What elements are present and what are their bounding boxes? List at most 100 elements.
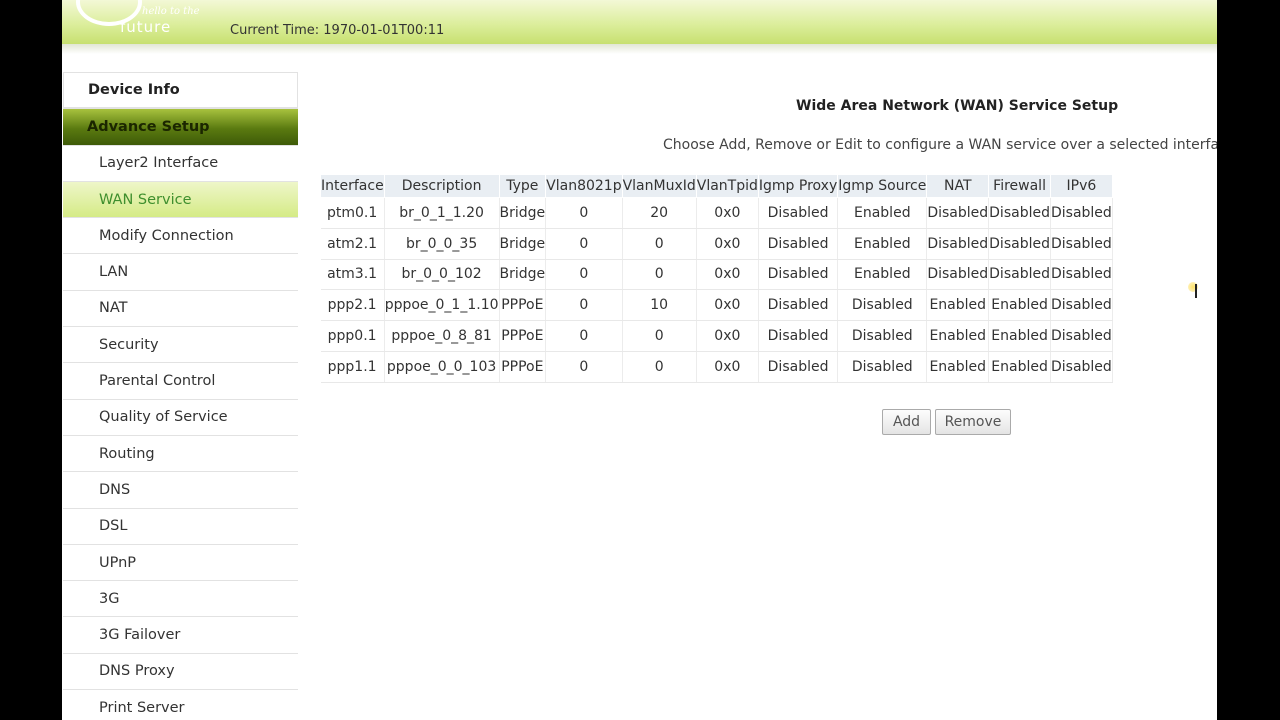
logo-word: future — [120, 18, 172, 36]
sidebar-item-3g-failover[interactable]: 3G Failover — [63, 616, 298, 653]
table-row: ptm0.1 br_0_1_1.20 Bridge 0 20 0x0 Disabled Ena… — [320, 197, 1113, 229]
sidebar-item-label: Parental Control — [99, 373, 216, 390]
table-cell: pppoe_0_8_81 — [384, 320, 500, 352]
table-cell: br_0_0_35 — [384, 228, 500, 260]
table-cell: 0 — [622, 228, 697, 260]
table-cell: Disabled — [758, 320, 839, 352]
table-cell: Enabled — [988, 351, 1051, 383]
table-cell: Disabled — [837, 289, 928, 322]
table-cell: Disabled — [1050, 351, 1113, 383]
page-description: Choose Add, Remove or Edit to configure … — [663, 137, 1217, 153]
sidebar-item-advance-setup[interactable]: Advance Setup — [63, 108, 298, 145]
table-cell: Bridge — [499, 197, 547, 229]
header-banner: hello to the future Current Time: 1970-0… — [62, 0, 1217, 44]
table-row: atm2.1 br_0_0_35 Bridge 0 0 0x0 Disabled Enable… — [320, 228, 1113, 260]
sidebar-item-lan[interactable]: LAN — [63, 253, 298, 290]
column-header: IPv6 — [1049, 174, 1113, 198]
table-row: ppp1.1 pppoe_0_0_103 PPPoE 0 0 0x0 Disabled Dis… — [320, 351, 1113, 383]
wan-service-table: Interface Description Type Vlan8021p VlanMux… — [320, 174, 1113, 383]
table-cell: 0x0 — [696, 320, 759, 352]
table-cell: 0x0 — [696, 289, 759, 322]
text-cursor-icon — [1195, 284, 1197, 298]
sidebar-item-label: LAN — [99, 264, 129, 281]
logo-tagline: hello to the — [142, 6, 200, 17]
table-cell: Disabled — [1050, 320, 1113, 352]
router-admin-page: hello to the future Current Time: 1970-0… — [62, 0, 1217, 720]
column-header: VlanTpid — [695, 174, 759, 198]
table-cell: Disabled — [926, 228, 990, 260]
sidebar-item-dns[interactable]: DNS — [63, 471, 298, 508]
table-cell: Disabled — [758, 197, 839, 229]
sidebar-item-upnp[interactable]: UPnP — [63, 543, 298, 581]
table-actions: Add Remove — [882, 409, 1011, 435]
table-cell: 0 — [622, 320, 697, 352]
sidebar-item-layer2-interface[interactable]: Layer2 Interface — [63, 144, 298, 181]
table-cell: 0 — [545, 289, 623, 322]
remove-button[interactable]: Remove — [935, 409, 1011, 435]
table-cell: Disabled — [926, 197, 990, 229]
table-cell: 0 — [545, 259, 623, 291]
column-header: VlanMuxId — [621, 174, 697, 198]
sidebar-item-parental-control[interactable]: Parental Control — [63, 362, 298, 399]
table-cell: 0x0 — [696, 197, 759, 229]
column-header: Vlan8021p — [545, 174, 623, 198]
sidebar-item-label: 3G — [99, 590, 120, 607]
table-cell: Enabled — [926, 320, 990, 352]
table-cell: Enabled — [837, 259, 928, 291]
sidebar-item-3g[interactable]: 3G — [63, 580, 298, 617]
sidebar-item-dns-proxy[interactable]: DNS Proxy — [63, 652, 298, 690]
sidebar-item-quality-of-service[interactable]: Quality of Service — [63, 398, 298, 435]
table-cell: pppoe_0_0_103 — [384, 351, 500, 383]
table-cell: Disabled — [988, 228, 1051, 260]
table-cell: ppp1.1 — [320, 351, 385, 383]
table-cell: Disabled — [758, 228, 839, 260]
sidebar-item-label: Security — [99, 336, 159, 353]
column-header: Interface — [320, 174, 385, 198]
sidebar-item-security[interactable]: Security — [63, 326, 298, 363]
sidebar-item-dsl[interactable]: DSL — [63, 507, 298, 544]
table-cell: 0x0 — [696, 228, 759, 260]
table-cell: PPPoE — [499, 351, 547, 383]
sidebar-item-label: Quality of Service — [99, 409, 228, 426]
table-cell: ppp0.1 — [320, 320, 385, 352]
table-cell: Disabled — [1050, 289, 1113, 322]
table-row: ppp2.1 pppoe_0_1_1.10 PPPoE 0 10 0x0 Disabled D… — [320, 289, 1113, 322]
table-cell: PPPoE — [499, 320, 547, 352]
table-cell: Enabled — [926, 289, 990, 322]
table-cell: atm2.1 — [320, 228, 385, 260]
column-header: NAT — [926, 174, 990, 198]
table-cell: 0 — [622, 259, 697, 291]
column-header: Firewall — [988, 174, 1051, 198]
table-cell: 20 — [622, 197, 697, 229]
sidebar-item-wan-service[interactable]: WAN Service — [63, 180, 298, 218]
sidebar-item-device-info[interactable]: Device Info — [63, 72, 298, 109]
table-cell: Bridge — [499, 228, 547, 260]
sidebar-item-label: Layer2 Interface — [99, 155, 219, 172]
sidebar-item-label: Print Server — [99, 699, 185, 716]
table-cell: pppoe_0_1_1.10 — [384, 289, 500, 322]
sidebar-item-print-server[interactable]: Print Server — [63, 689, 298, 720]
sidebar-item-label: DSL — [99, 518, 128, 535]
table-cell: br_0_0_102 — [384, 259, 500, 291]
current-time: Current Time: 1970-01-01T00:11 — [230, 23, 445, 38]
sidebar-item-routing[interactable]: Routing — [63, 434, 298, 472]
table-cell: Enabled — [837, 228, 928, 260]
sidebar-item-label: WAN Service — [99, 191, 192, 208]
table-cell: ptm0.1 — [320, 197, 385, 229]
add-button[interactable]: Add — [882, 409, 931, 435]
sidebar-item-modify-connection[interactable]: Modify Connection — [63, 217, 298, 254]
column-header: Type — [498, 174, 547, 198]
sidebar-item-nat[interactable]: NAT — [63, 289, 298, 327]
table-cell: 10 — [622, 289, 697, 322]
sidebar-item-label: 3G Failover — [99, 627, 181, 644]
table-cell: Enabled — [988, 289, 1051, 322]
table-cell: Disabled — [1050, 259, 1113, 291]
table-cell: Disabled — [837, 351, 928, 383]
table-cell: Disabled — [758, 289, 839, 322]
table-cell: Enabled — [988, 320, 1051, 352]
table-cell: 0 — [545, 197, 623, 229]
column-header: Igmp Source — [837, 174, 928, 198]
table-cell: Disabled — [1050, 228, 1113, 260]
sidebar-item-label: Routing — [99, 445, 155, 462]
table-cell: 0 — [545, 228, 623, 260]
